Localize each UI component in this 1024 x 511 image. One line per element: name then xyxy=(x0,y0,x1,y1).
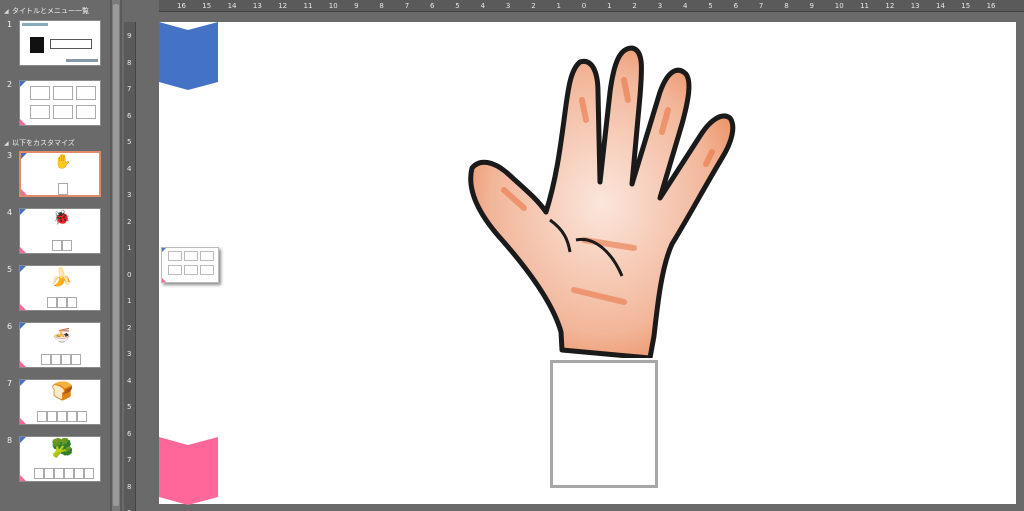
scrollbar-thumb[interactable] xyxy=(113,4,119,506)
slide-number: 3 xyxy=(7,151,13,160)
ruler-tick-label: 7 xyxy=(404,2,410,10)
ruler-tick-label: 1 xyxy=(127,297,132,305)
ruler-tick-label: 6 xyxy=(430,2,435,10)
ruler-tick-label: 6 xyxy=(127,429,132,438)
ruler-tick-label: 3 xyxy=(657,2,663,10)
slide-canvas[interactable] xyxy=(159,22,1016,505)
ruler-tick-label: 14 xyxy=(227,2,237,10)
slide-thumbnail-3[interactable]: 3 ✋ xyxy=(0,151,110,201)
chevron-down-icon[interactable] xyxy=(159,437,218,505)
slide-number: 8 xyxy=(7,436,13,445)
ruler-tick-label: 16 xyxy=(177,2,186,10)
slide-thumbnail-8[interactable]: 8 🥦 xyxy=(0,436,110,486)
ruler-tick-label: 6 xyxy=(127,111,132,120)
ruler-tick-label: 15 xyxy=(202,2,212,10)
slide-preview: 🍜 xyxy=(19,322,101,368)
slide-preview xyxy=(19,80,101,126)
banana-icon: 🍌 xyxy=(50,267,73,288)
section-header-title-menu[interactable]: ◢ タイトルとメニュー一覧 xyxy=(0,5,110,17)
slide-preview: 🍌 xyxy=(19,265,101,311)
ruler-tick-label: 2 xyxy=(632,2,637,10)
ruler-tick-label: 1 xyxy=(556,2,561,10)
slide-thumbnails-pane[interactable]: ◢ タイトルとメニュー一覧 1 2 ◢ 以下をカスタマイズ 3 ✋ 4 🐞 5 … xyxy=(0,0,110,511)
ruler-tick-label: 13 xyxy=(910,2,920,10)
ruler-tick-label: 2 xyxy=(531,2,536,10)
collapse-triangle-icon[interactable]: ◢ xyxy=(4,6,12,18)
section-label: 以下をカスタマイズ xyxy=(12,139,75,147)
section-label: タイトルとメニュー一覧 xyxy=(12,7,89,15)
slide-preview: ✋ xyxy=(19,151,101,197)
powerpoint-window: ◢ タイトルとメニュー一覧 1 2 ◢ 以下をカスタマイズ 3 ✋ 4 🐞 5 … xyxy=(0,0,1024,511)
slide-preview: 🐞 xyxy=(19,208,101,254)
hand-icon: ✋ xyxy=(54,154,72,170)
ruler-tick-label: 0 xyxy=(581,2,587,10)
slide-thumbnail-6[interactable]: 6 🍜 xyxy=(0,322,110,372)
hand-illustration[interactable] xyxy=(464,40,764,358)
ruler-tick-label: 11 xyxy=(303,2,313,10)
ruler-tick-label: 3 xyxy=(127,191,132,199)
ruler-tick-label: 3 xyxy=(127,350,132,358)
ruler-tick-label: 7 xyxy=(127,85,132,93)
section-header-customize[interactable]: ◢ 以下をカスタマイズ xyxy=(0,137,110,149)
ruler-tick-label: 11 xyxy=(860,2,870,10)
ruler-tick-label: 7 xyxy=(127,456,132,464)
horizontal-ruler[interactable]: 16 15 14 13 12 11 10 9 8 7 6 5 4 3 2 1 0 1 2 3 4 5 6 7 8 9 10 11 12 1… xyxy=(159,0,1024,12)
ruler-tick-label: 10 xyxy=(834,2,844,10)
ruler-tick-label: 9 xyxy=(354,2,359,10)
answer-box[interactable] xyxy=(550,360,658,488)
slide-number: 5 xyxy=(7,265,13,274)
chevron-down-icon[interactable] xyxy=(159,22,218,90)
ruler-tick-label: 4 xyxy=(127,164,132,173)
ruler-tick-label: 8 xyxy=(379,2,384,10)
ruler-tick-label: 10 xyxy=(328,2,338,10)
collapse-triangle-icon[interactable]: ◢ xyxy=(4,138,12,150)
ruler-tick-label: 16 xyxy=(986,2,996,10)
ruler-tick-label: 1 xyxy=(127,244,132,252)
ruler-tick-label: 9 xyxy=(127,32,132,40)
ruler-tick-label: 4 xyxy=(127,376,132,385)
melon-bread-icon: 🍞 xyxy=(51,381,74,402)
ruler-tick-label: 5 xyxy=(127,138,132,146)
ruler-tick-label: 15 xyxy=(961,2,971,10)
ruler-tick-label: 4 xyxy=(683,2,688,10)
ruler-tick-label: 12 xyxy=(278,2,288,10)
ruler-tick-label: 2 xyxy=(127,217,132,226)
ruler-tick-label: 5 xyxy=(455,2,460,10)
ruler-tick-label: 13 xyxy=(252,2,262,10)
slide-number: 7 xyxy=(7,379,13,388)
slide-thumbnail-5[interactable]: 5 🍌 xyxy=(0,265,110,315)
slide-thumbnail-2[interactable]: 2 xyxy=(0,80,110,130)
vertical-ruler[interactable]: 9876543210123456789 xyxy=(124,22,136,511)
ruler-tick-label: 8 xyxy=(127,58,132,67)
slide-number: 4 xyxy=(7,208,13,217)
ruler-tick-label: 2 xyxy=(127,323,132,332)
slide-number: 1 xyxy=(7,20,13,29)
ruler-tick-label: 4 xyxy=(480,2,486,10)
slide-thumbnail-7[interactable]: 7 🍞 xyxy=(0,379,110,429)
slide-preview: 🍞 xyxy=(19,379,101,425)
ruler-tick-label: 8 xyxy=(127,482,132,491)
slide-thumbnail-4[interactable]: 4 🐞 xyxy=(0,208,110,258)
ramen-bowl-icon: 🍜 xyxy=(53,328,71,344)
broccoli-icon: 🥦 xyxy=(51,438,74,459)
ruler-tick-label: 1 xyxy=(607,2,612,10)
ruler-tick-label: 7 xyxy=(758,2,764,10)
ruler-tick-label: 12 xyxy=(885,2,895,10)
ruler-tick-label: 3 xyxy=(505,2,511,10)
slide-hover-preview xyxy=(161,247,219,283)
slide-preview xyxy=(19,20,101,66)
ruler-tick-label: 14 xyxy=(936,2,945,10)
ruler-tick-label: 9 xyxy=(809,2,814,10)
ruler-tick-label: 6 xyxy=(733,2,739,10)
slide-thumbnail-1[interactable]: 1 xyxy=(0,20,110,70)
ruler-tick-label: 5 xyxy=(708,2,713,10)
ladybug-icon: 🐞 xyxy=(53,210,71,226)
ruler-tick-label: 0 xyxy=(127,270,132,279)
slide-number: 6 xyxy=(7,322,13,331)
ruler-tick-label: 5 xyxy=(127,403,132,411)
slide-preview: 🥦 xyxy=(19,436,101,482)
slide-number: 2 xyxy=(7,80,13,89)
ruler-tick-label: 8 xyxy=(784,2,789,10)
